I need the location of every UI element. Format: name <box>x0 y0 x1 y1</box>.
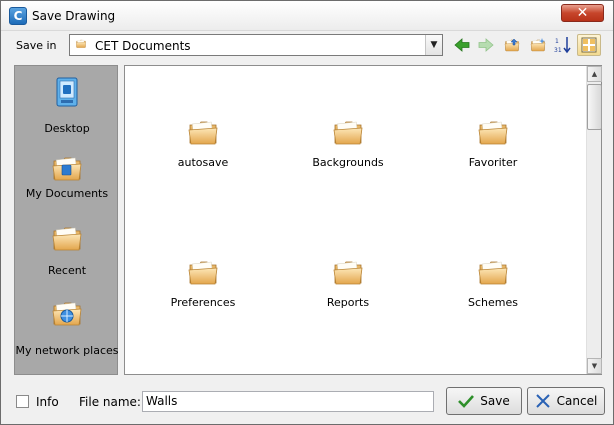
file-list-view[interactable]: autosave Backgrounds Favoriter Preferenc… <box>124 65 602 375</box>
place-desktop-label: Desktop <box>44 122 90 135</box>
file-item-preferences[interactable]: Preferences <box>143 256 263 316</box>
folder-icon <box>332 116 364 148</box>
navigation-toolbar: 1 31 <box>451 34 607 56</box>
place-my-documents[interactable]: My Documents <box>15 148 119 208</box>
scroll-down-arrow-icon[interactable]: ▼ <box>587 358 602 374</box>
up-folder-icon <box>503 38 521 53</box>
file-item-label: Preferences <box>170 296 236 309</box>
file-item-label: Favoriter <box>468 156 518 169</box>
recent-folder-icon <box>51 222 83 254</box>
place-desktop[interactable]: Desktop <box>15 76 119 146</box>
close-icon: ✕ <box>576 5 589 21</box>
cancel-button[interactable]: Cancel <box>527 387 605 415</box>
back-button[interactable] <box>451 34 473 56</box>
chevron-down-icon[interactable]: ▼ <box>425 35 442 55</box>
close-button[interactable]: ✕ <box>561 4 604 22</box>
file-name-label: File name: <box>79 395 141 409</box>
place-my-documents-label: My Documents <box>25 187 109 200</box>
forward-icon <box>478 38 494 52</box>
svg-text:31: 31 <box>554 47 562 54</box>
scroll-up-arrow-icon[interactable]: ▲ <box>587 66 602 82</box>
folder-icon <box>187 256 219 288</box>
file-name-input[interactable]: Walls <box>142 391 434 412</box>
my-documents-icon <box>51 152 83 184</box>
checkmark-icon <box>458 395 475 408</box>
cancel-x-icon <box>535 394 550 408</box>
title-bar[interactable]: C Save Drawing ✕ <box>1 1 613 31</box>
svg-text:1: 1 <box>555 38 559 45</box>
info-label: Info <box>36 395 59 409</box>
cancel-button-label: Cancel <box>556 394 598 408</box>
file-item-label: Schemes <box>468 296 518 309</box>
folder-icon <box>187 116 219 148</box>
scroll-thumb[interactable] <box>587 84 602 130</box>
save-drawing-dialog: C Save Drawing ✕ Save in CET Documents ▼… <box>0 0 614 425</box>
folder-icon <box>332 256 364 288</box>
save-in-label: Save in <box>16 39 57 52</box>
back-icon <box>454 38 470 52</box>
file-item-autosave[interactable]: autosave <box>143 116 263 176</box>
vertical-scrollbar[interactable]: ▲ ▼ <box>586 66 602 374</box>
place-recent-label: Recent <box>47 264 87 277</box>
file-item-backgrounds[interactable]: Backgrounds <box>288 116 408 176</box>
place-network[interactable]: My network places <box>15 288 119 368</box>
save-button[interactable]: Save <box>446 387 522 415</box>
network-places-icon <box>51 297 83 329</box>
file-item-label: Backgrounds <box>312 156 384 169</box>
cet-app-icon: C <box>9 7 27 25</box>
info-checkbox[interactable] <box>16 395 29 408</box>
place-network-label: My network places <box>15 344 119 357</box>
place-recent[interactable]: Recent <box>15 216 119 281</box>
file-item-label: Reports <box>326 296 370 309</box>
new-folder-button[interactable] <box>527 34 549 56</box>
folder-icon <box>477 116 509 148</box>
folder-icon <box>74 38 88 49</box>
sort-icon: 1 31 <box>554 37 571 54</box>
up-folder-button[interactable] <box>501 34 523 56</box>
save-button-label: Save <box>480 394 510 408</box>
file-item-favoriter[interactable]: Favoriter <box>433 116 553 176</box>
places-bar: Desktop My Documents Recent My network p… <box>14 65 119 375</box>
file-item-reports[interactable]: Reports <box>288 256 408 316</box>
view-menu-icon <box>581 37 597 53</box>
forward-button[interactable] <box>475 34 497 56</box>
file-item-schemes[interactable]: Schemes <box>433 256 553 316</box>
dialog-title: Save Drawing <box>32 9 116 23</box>
folder-icon <box>477 256 509 288</box>
new-folder-icon <box>529 38 547 53</box>
view-menu-button[interactable] <box>577 34 601 56</box>
sort-button[interactable]: 1 31 <box>552 34 574 56</box>
save-in-value: CET Documents <box>95 39 191 53</box>
file-item-label: autosave <box>177 156 229 169</box>
desktop-icon <box>56 77 78 107</box>
save-in-dropdown[interactable]: CET Documents ▼ <box>69 34 443 56</box>
